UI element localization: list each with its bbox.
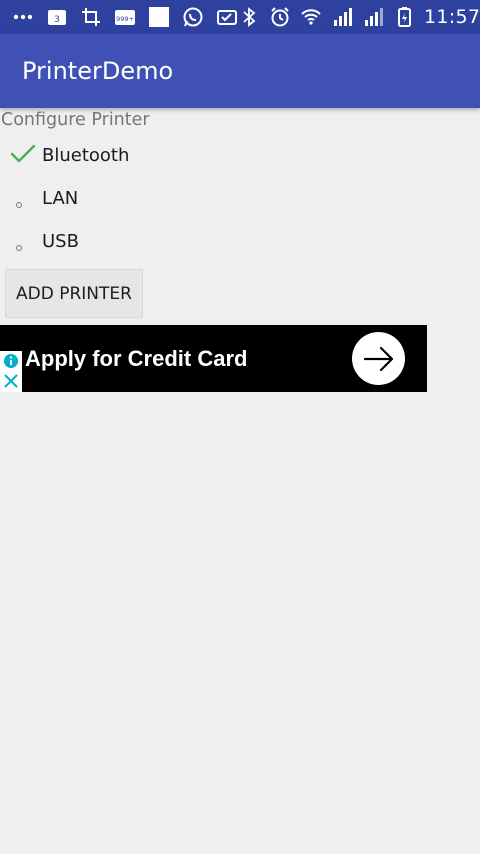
battery-icon	[393, 6, 415, 28]
messages-icon: 999+	[114, 6, 136, 28]
msg-badge-text: 999+	[116, 15, 134, 23]
status-right-icons: 11:57	[238, 6, 480, 28]
notif-badge-text: 3	[54, 15, 60, 25]
option-label: Bluetooth	[42, 144, 130, 166]
option-bluetooth[interactable]: Bluetooth	[0, 135, 300, 175]
status-time: 11:57	[424, 6, 480, 28]
ad-text: Apply for Credit Card	[25, 345, 248, 371]
option-label: USB	[42, 230, 79, 252]
info-icon[interactable]	[3, 353, 19, 369]
app-title: PrinterDemo	[22, 57, 174, 85]
option-mark	[0, 135, 42, 175]
add-printer-button[interactable]: ADD PRINTER	[5, 269, 143, 318]
wifi-icon	[300, 6, 322, 28]
option-usb[interactable]: USB	[0, 221, 300, 261]
ad-arrow-button[interactable]	[352, 332, 405, 385]
ad-banner[interactable]: Apply for Credit Card	[0, 325, 427, 392]
close-icon[interactable]	[3, 373, 19, 389]
radio-dot-icon	[16, 202, 22, 208]
more-dots-icon	[12, 6, 34, 28]
app-bar: PrinterDemo	[0, 34, 480, 108]
alarm-icon	[269, 6, 291, 28]
option-label: LAN	[42, 187, 79, 209]
status-left-icons: 3 999+	[0, 6, 238, 28]
bluetooth-icon	[238, 6, 260, 28]
notification-app-icon: 3	[46, 6, 68, 28]
crop-icon	[80, 6, 102, 28]
whatsapp-icon	[182, 6, 204, 28]
signal-icon-1	[331, 6, 353, 28]
ad-choices-badge[interactable]	[0, 351, 22, 392]
signal-icon-2	[362, 6, 384, 28]
arrow-right-icon	[363, 346, 393, 371]
option-mark	[0, 221, 42, 261]
option-mark	[0, 178, 42, 218]
blank-square-icon	[148, 6, 170, 28]
option-lan[interactable]: LAN	[0, 178, 300, 218]
status-bar: 3 999+ 11:57	[0, 0, 480, 34]
mail-check-icon	[216, 6, 238, 28]
configure-printer-label: Configure Printer	[1, 110, 150, 130]
radio-dot-icon	[16, 245, 22, 251]
check-icon	[10, 144, 36, 163]
